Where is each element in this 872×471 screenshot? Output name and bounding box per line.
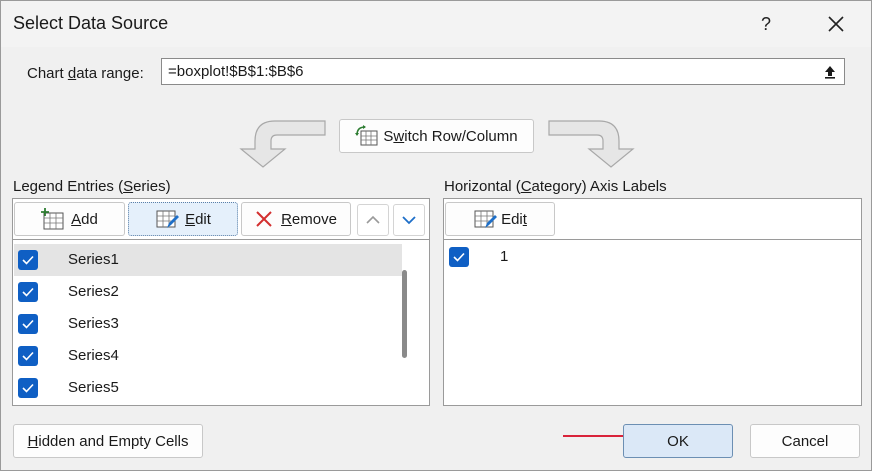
series-checkbox[interactable] bbox=[18, 346, 38, 366]
close-button[interactable] bbox=[813, 7, 859, 41]
curved-arrow-left-icon bbox=[239, 120, 326, 168]
curved-arrow-right-icon bbox=[548, 120, 635, 168]
legend-scrollbar-thumb[interactable] bbox=[402, 270, 407, 358]
series-checkbox[interactable] bbox=[18, 250, 38, 270]
add-series-label: Add bbox=[71, 210, 98, 228]
checkmark-icon bbox=[453, 252, 465, 262]
edit-table-icon bbox=[156, 210, 180, 228]
switch-row-column-label: Switch Row/Column bbox=[383, 127, 518, 145]
list-item[interactable]: Series4 bbox=[14, 340, 402, 372]
ok-button[interactable]: OK bbox=[623, 424, 733, 458]
series-name: Series5 bbox=[68, 379, 119, 396]
move-up-button[interactable] bbox=[357, 204, 389, 236]
list-item[interactable]: Series1 bbox=[14, 244, 402, 276]
title-bar: Select Data Source ? bbox=[1, 1, 871, 47]
upload-arrow-icon bbox=[825, 65, 835, 79]
dialog-title: Select Data Source bbox=[13, 13, 169, 33]
edit-axis-labels-label: Edit bbox=[501, 210, 527, 228]
list-item[interactable]: Series2 bbox=[14, 276, 402, 308]
switch-row-column-icon bbox=[355, 125, 378, 146]
remove-series-button[interactable]: Remove bbox=[241, 202, 351, 236]
remove-series-label: Remove bbox=[281, 210, 337, 228]
legend-toolbar-divider bbox=[13, 239, 429, 240]
add-series-button[interactable]: Add bbox=[14, 202, 125, 236]
switch-row-column-button[interactable]: Switch Row/Column bbox=[339, 119, 534, 153]
axis-label-checkbox[interactable] bbox=[449, 247, 469, 267]
axis-labels-panel: Edit 1 bbox=[443, 198, 862, 406]
add-table-icon bbox=[41, 208, 64, 230]
move-down-button[interactable] bbox=[393, 204, 425, 236]
legend-entries-title: Legend Entries (Series) bbox=[13, 178, 171, 195]
collapse-dialog-button[interactable] bbox=[818, 61, 842, 82]
edit-axis-labels-button[interactable]: Edit bbox=[445, 202, 555, 236]
edit-series-label: Edit bbox=[185, 210, 211, 228]
hidden-empty-cells-button[interactable]: Hidden and Empty Cells bbox=[13, 424, 203, 458]
series-name: Series4 bbox=[68, 347, 119, 364]
list-item[interactable]: Series5 bbox=[14, 372, 402, 404]
hidden-empty-cells-label: Hidden and Empty Cells bbox=[27, 432, 189, 450]
chart-data-range-label: Chart data range: bbox=[27, 65, 144, 82]
series-checkbox[interactable] bbox=[18, 314, 38, 334]
edit-series-button[interactable]: Edit bbox=[128, 202, 238, 236]
legend-entries-panel: Add Edit Remove Series1 Series2 Series3 … bbox=[12, 198, 430, 406]
series-name: Series3 bbox=[68, 315, 119, 332]
axis-labels-title: Horizontal (Category) Axis Labels bbox=[444, 178, 667, 195]
series-checkbox[interactable] bbox=[18, 282, 38, 302]
checkmark-icon bbox=[22, 319, 34, 329]
series-name: Series1 bbox=[68, 251, 119, 268]
checkmark-icon bbox=[22, 287, 34, 297]
series-checkbox[interactable] bbox=[18, 378, 38, 398]
checkmark-icon bbox=[22, 351, 34, 361]
chevron-up-icon bbox=[366, 215, 380, 224]
cancel-button[interactable]: Cancel bbox=[750, 424, 860, 458]
edit-table-icon bbox=[474, 210, 498, 228]
chevron-down-icon bbox=[402, 216, 416, 225]
series-name: Series2 bbox=[68, 283, 119, 300]
remove-x-icon bbox=[256, 211, 272, 227]
list-item[interactable]: 1 bbox=[445, 241, 859, 273]
chart-data-range-value: =boxplot!$B$1:$B$6 bbox=[168, 63, 304, 80]
select-data-source-dialog: Select Data Source ? Chart data range: =… bbox=[0, 0, 872, 471]
list-item[interactable]: Series3 bbox=[14, 308, 402, 340]
chart-data-range-input[interactable]: =boxplot!$B$1:$B$6 bbox=[161, 58, 845, 85]
checkmark-icon bbox=[22, 383, 34, 393]
checkmark-icon bbox=[22, 255, 34, 265]
close-icon bbox=[828, 16, 844, 32]
axis-label-value: 1 bbox=[500, 248, 509, 265]
help-button[interactable]: ? bbox=[743, 7, 789, 41]
axis-toolbar-divider bbox=[444, 239, 861, 240]
